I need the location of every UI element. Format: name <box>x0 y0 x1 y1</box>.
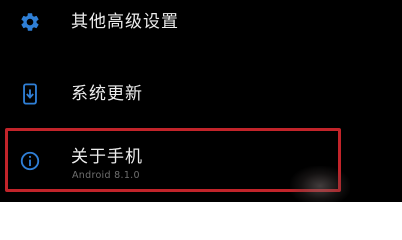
settings-item-label: 关于手机 <box>71 147 143 167</box>
settings-item-label: 其他高级设置 <box>71 12 179 32</box>
system-update-icon <box>19 83 41 105</box>
settings-screen: 其他高级设置 系统更新 关于手机 Android 8.1.0 <box>0 0 402 202</box>
settings-item-label: 系统更新 <box>71 84 143 104</box>
settings-item-about-phone[interactable]: 关于手机 Android 8.1.0 <box>0 129 402 197</box>
info-icon <box>19 150 41 172</box>
gear-icon <box>19 11 41 33</box>
settings-item-other-advanced[interactable]: 其他高级设置 <box>0 0 402 52</box>
bottom-edge <box>0 202 402 206</box>
settings-item-system-update[interactable]: 系统更新 <box>0 72 402 124</box>
android-version-text: Android 8.1.0 <box>72 170 140 181</box>
